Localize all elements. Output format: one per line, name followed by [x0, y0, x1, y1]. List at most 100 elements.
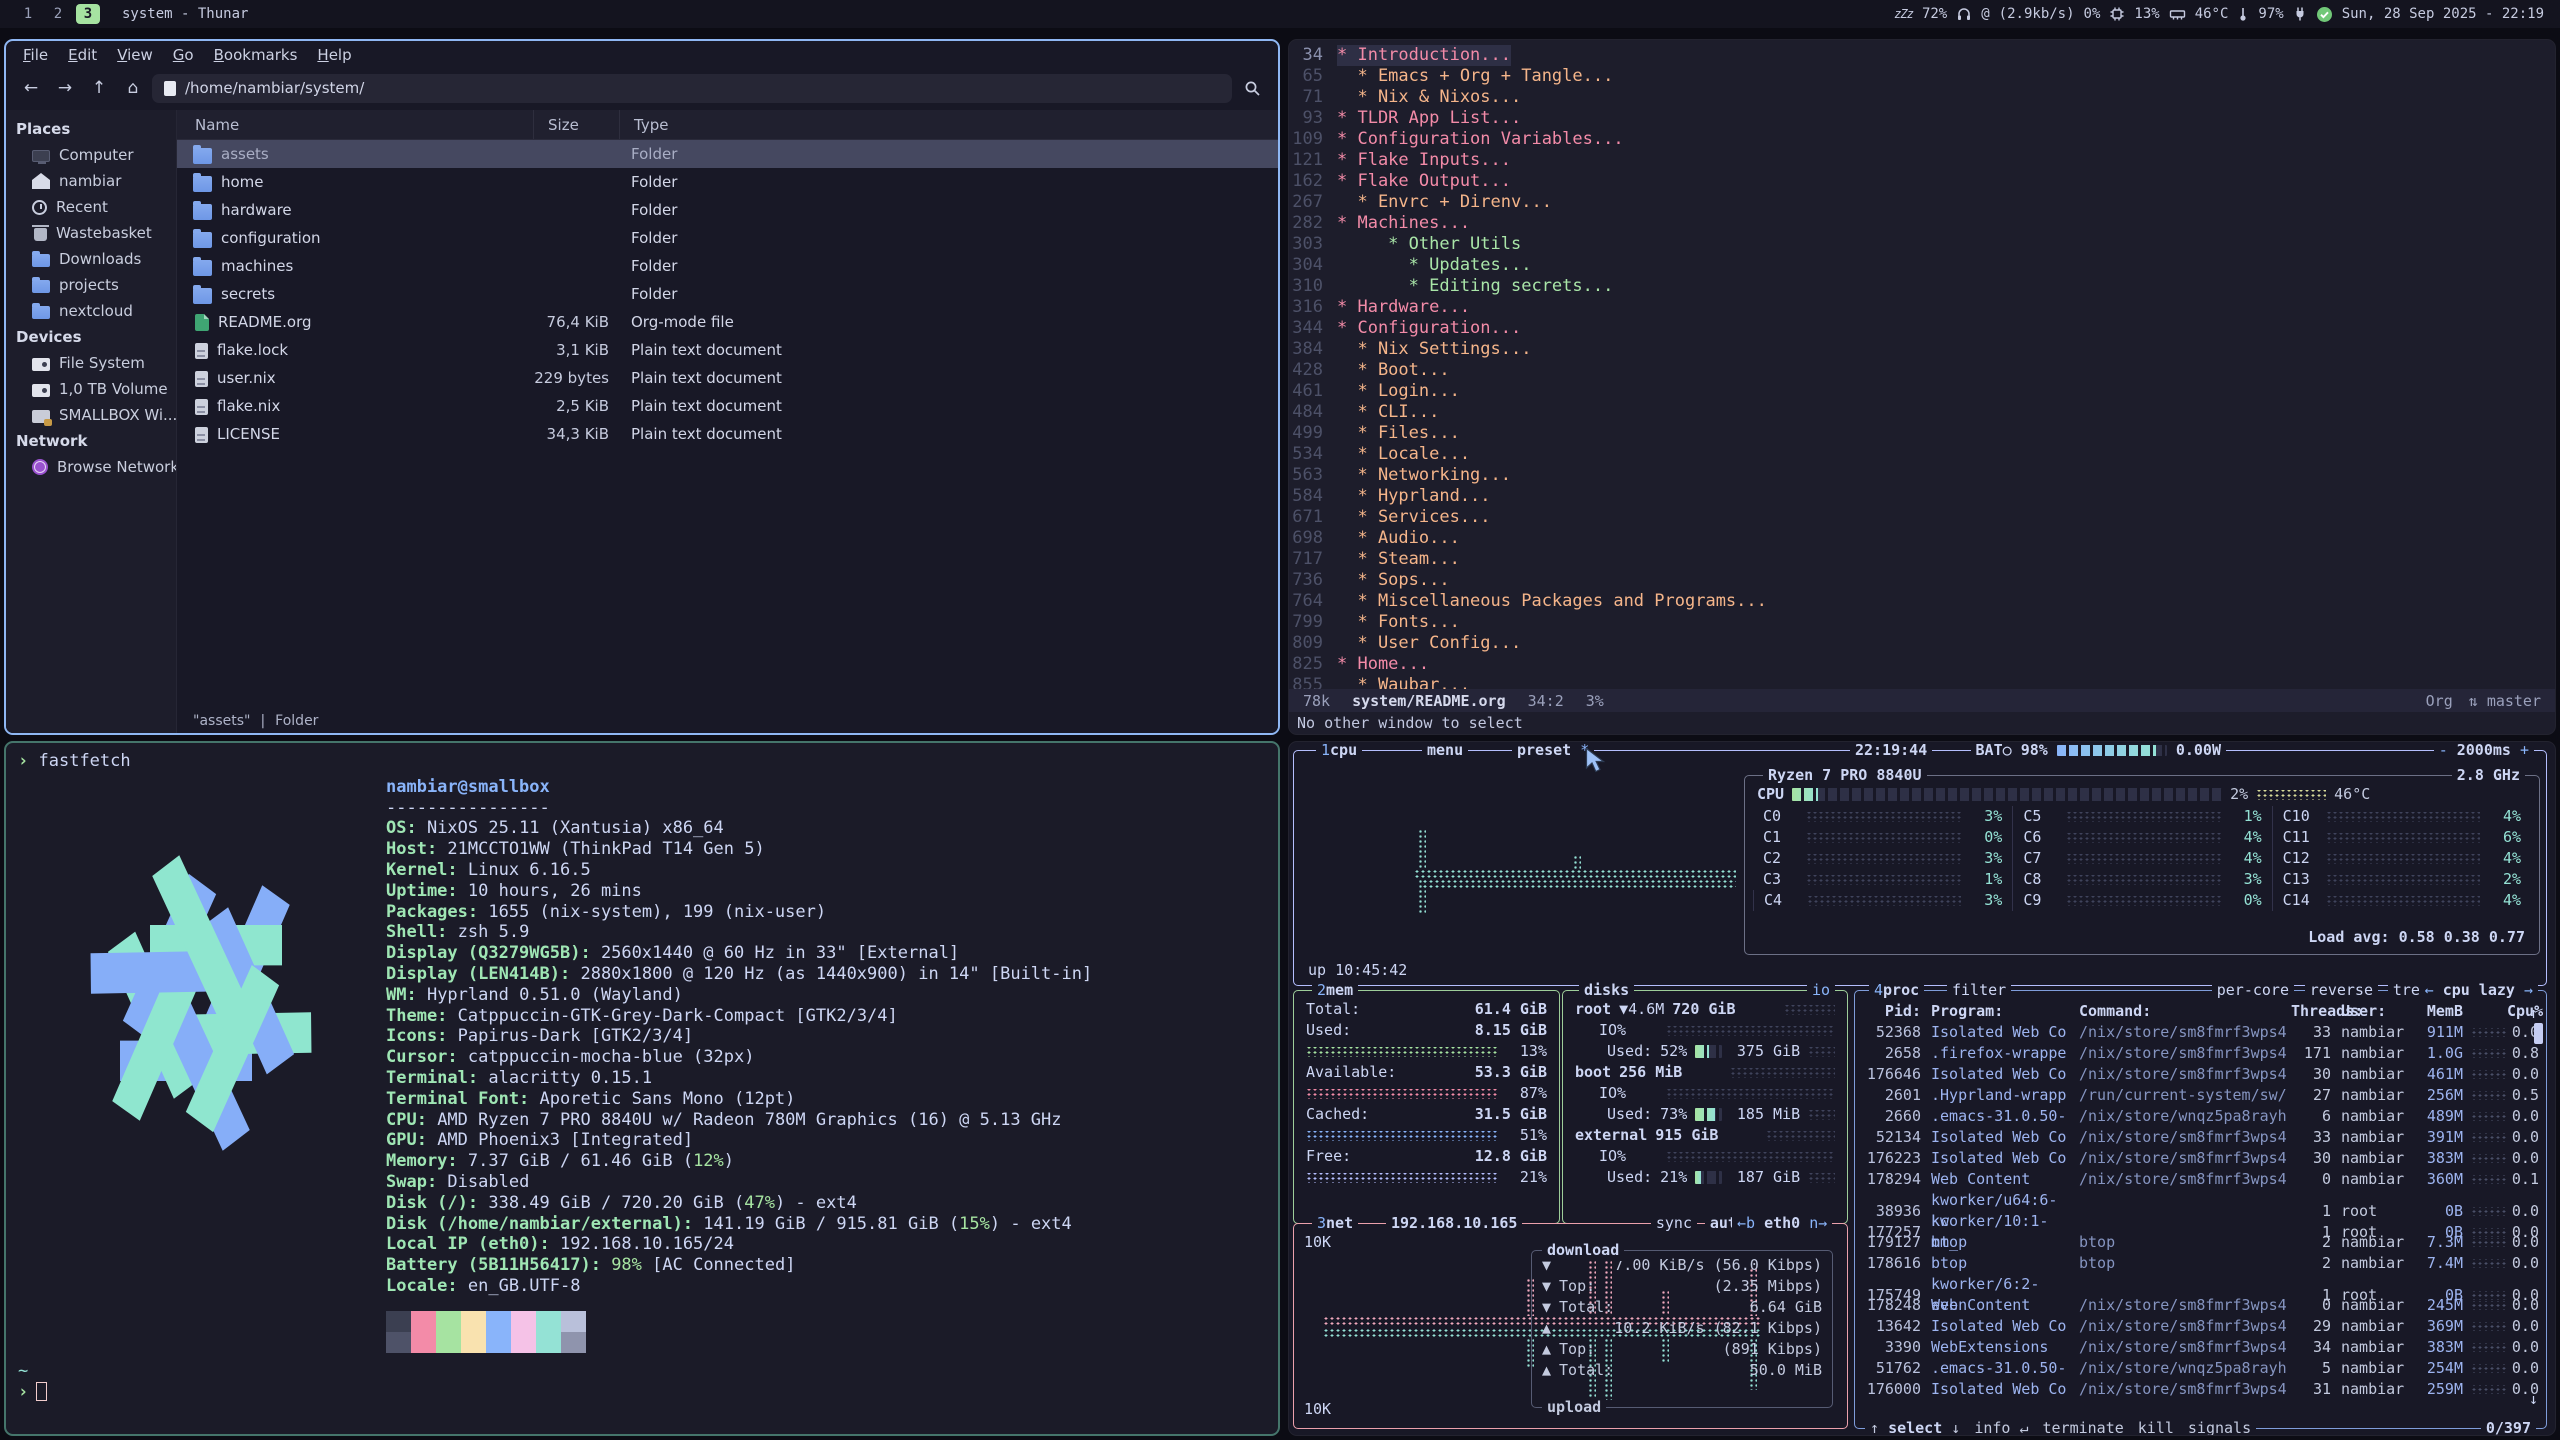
file-row[interactable]: user.nix 229 bytes Plain text document [177, 364, 1278, 392]
sidebar-item[interactable]: nextcloud [6, 298, 176, 324]
net-tab[interactable]: 3net [1312, 1213, 1358, 1234]
file-row[interactable]: home Folder [177, 168, 1278, 196]
sidebar-item[interactable]: SMALLBOX Wi... [6, 402, 176, 428]
sidebar-item[interactable]: projects [6, 272, 176, 298]
sidebar-item[interactable]: Recent [6, 194, 176, 220]
up-button[interactable]: ↑ [84, 75, 114, 102]
menu-button[interactable]: menu [1422, 741, 1468, 761]
process-cpu: 0.8 [2507, 1043, 2539, 1064]
workspace-button[interactable]: 1 [16, 4, 40, 24]
column-size[interactable]: Size [533, 110, 619, 139]
file-row[interactable]: flake.lock 3,1 KiB Plain text document [177, 336, 1278, 364]
per-core-button[interactable]: per-core [2212, 980, 2294, 1001]
idle-inhibit-icon[interactable]: zZz [1894, 7, 1913, 21]
file-row[interactable]: LICENSE 34,3 KiB Plain text document [177, 420, 1278, 448]
file-row[interactable]: machines Folder [177, 252, 1278, 280]
terminal-window[interactable]: › fastfetch nambiar@smallbox [4, 741, 1280, 1436]
path-bar[interactable]: /home/nambiar/system/ [152, 74, 1232, 103]
sidebar-item[interactable]: Devices [6, 324, 176, 350]
process-row[interactable]: 176646 Isolated Web Co /nix/store/sm8fmr… [1855, 1064, 2546, 1085]
status-check-icon[interactable] [2316, 6, 2333, 23]
io-mode-button[interactable]: io [1807, 980, 1835, 1001]
process-row[interactable]: 176000 Isolated Web Co /nix/store/sm8fmr… [1855, 1379, 2546, 1400]
network-icon[interactable]: @ [1981, 6, 1989, 22]
back-button[interactable]: ← [16, 75, 46, 102]
menu-item[interactable]: Edit [59, 44, 106, 66]
disks-tab[interactable]: disks [1579, 980, 1634, 1001]
file-row[interactable]: configuration Folder [177, 224, 1278, 252]
net-stat-label: Top: [1559, 1276, 1595, 1297]
net-stat-dir: ▲ [1542, 1360, 1551, 1381]
menu-item[interactable]: File [14, 44, 57, 66]
filter-button[interactable]: filter [1947, 980, 2011, 1001]
process-row[interactable]: 2601 .Hyprland-wrapp /run/current-system… [1855, 1085, 2546, 1106]
process-row[interactable]: 178248 Web Content /nix/store/sm8fmrf3wp… [1855, 1295, 2546, 1316]
workspace-button[interactable]: 2 [46, 4, 70, 24]
sidebar-item[interactable]: Downloads [6, 246, 176, 272]
info-label: Swap: [386, 1172, 437, 1193]
org-buffer[interactable]: 34 * Introduction... 65 * Emacs + Org + … [1289, 45, 2555, 689]
process-pid: 38936 [1861, 1201, 1921, 1222]
process-row[interactable]: 13642 Isolated Web Co /nix/store/sm8fmrf… [1855, 1316, 2546, 1337]
proc-scrollbar-thumb[interactable] [2534, 1023, 2543, 1044]
proc-scroll-up[interactable]: ↑ [2529, 1003, 2538, 1024]
process-row[interactable]: 175749 kworker/6:2-even 1 root 0B 0.0 [1855, 1274, 2546, 1295]
process-row[interactable]: 38936 kworker/u64:6-kc 1 root 0B 0.0 [1855, 1190, 2546, 1211]
column-name[interactable]: Name [177, 110, 533, 139]
info-action[interactable]: info ↵ [1974, 1418, 2028, 1436]
process-row[interactable]: 3390 WebExtensions /nix/store/sm8fmrf3wp… [1855, 1337, 2546, 1358]
sort-selector[interactable]: ← cpu lazy → [2420, 980, 2538, 1001]
process-row[interactable]: 176223 Isolated Web Co /nix/store/sm8fmr… [1855, 1148, 2546, 1169]
file-row[interactable]: assets Folder [177, 140, 1278, 168]
file-row[interactable]: flake.nix 2,5 KiB Plain text document [177, 392, 1278, 420]
disk-used-meter [1695, 1108, 1722, 1121]
home-button[interactable]: ⌂ [118, 75, 148, 102]
search-button[interactable] [1236, 74, 1268, 102]
process-program: Isolated Web Co [1921, 1148, 2069, 1169]
net-sync-button[interactable]: sync [1651, 1213, 1697, 1234]
file-row[interactable]: README.org 76,4 KiB Org-mode file [177, 308, 1278, 336]
terminate-action[interactable]: terminate [2043, 1418, 2124, 1436]
menu-item[interactable]: Help [308, 44, 360, 66]
signals-action[interactable]: signals [2188, 1418, 2251, 1436]
file-row[interactable]: hardware Folder [177, 196, 1278, 224]
sidebar-item[interactable]: Wastebasket [6, 220, 176, 246]
sidebar-item[interactable]: Computer [6, 142, 176, 168]
line-number: 799 [1289, 612, 1337, 633]
process-row[interactable]: 52368 Isolated Web Co /nix/store/sm8fmrf… [1855, 1022, 2546, 1043]
headphones-icon[interactable] [1956, 6, 1972, 22]
file-row[interactable]: secrets Folder [177, 280, 1278, 308]
process-row[interactable]: 2658 .firefox-wrappe /nix/store/sm8fmrf3… [1855, 1043, 2546, 1064]
mem-tab[interactable]: 2mem [1312, 980, 1358, 1001]
net-iface-switcher[interactable]: ←b eth0 n→ [1732, 1213, 1832, 1234]
menu-item[interactable]: Go [164, 44, 203, 66]
process-row[interactable]: 2660 .emacs-31.0.50- /nix/store/wnqz5pa8… [1855, 1106, 2546, 1127]
shell-prompt-empty[interactable]: › [18, 1382, 1266, 1403]
proc-scroll-down[interactable]: ↓ [2529, 1389, 2538, 1410]
sidebar-item[interactable]: File System [6, 350, 176, 376]
column-type[interactable]: Type [619, 110, 1278, 139]
sidebar-item[interactable]: Places [6, 116, 176, 142]
cpu-tab[interactable]: 1cpu [1316, 741, 1362, 761]
sidebar-item[interactable]: Browse Network [6, 454, 176, 480]
line-number: 316 [1289, 297, 1337, 318]
process-row[interactable]: 178294 Web Content /nix/store/sm8fmrf3wp… [1855, 1169, 2546, 1190]
preset-button[interactable]: preset * [1512, 741, 1594, 761]
sidebar-item[interactable]: nambiar [6, 168, 176, 194]
sidebar-item[interactable]: Network [6, 428, 176, 454]
process-row[interactable]: 51762 .emacs-31.0.50- /nix/store/wnqz5pa… [1855, 1358, 2546, 1379]
process-row[interactable]: 52134 Isolated Web Co /nix/store/sm8fmrf… [1855, 1127, 2546, 1148]
sidebar-item[interactable]: 1,0 TB Volume [6, 376, 176, 402]
select-action[interactable]: ↑ select ↓ [1870, 1418, 1960, 1436]
process-row[interactable]: 178616 btop btop 2 nambiar 7.4M 0.0 [1855, 1253, 2546, 1274]
forward-button[interactable]: → [50, 75, 80, 102]
proc-header-row[interactable]: Pid: Program: Command: Threads: User: Me… [1855, 1001, 2546, 1022]
kill-action[interactable]: kill [2138, 1418, 2174, 1436]
proc-tab[interactable]: 4proc [1869, 980, 1924, 1001]
reverse-button[interactable]: reverse [2305, 980, 2378, 1001]
update-interval[interactable]: - 2000ms + [2434, 741, 2534, 761]
process-row[interactable]: 179127 btop btop 2 nambiar 7.3M 0.0 [1855, 1232, 2546, 1253]
menu-item[interactable]: View [108, 44, 162, 66]
workspace-button[interactable]: 3 [76, 4, 100, 24]
menu-item[interactable]: Bookmarks [205, 44, 307, 66]
